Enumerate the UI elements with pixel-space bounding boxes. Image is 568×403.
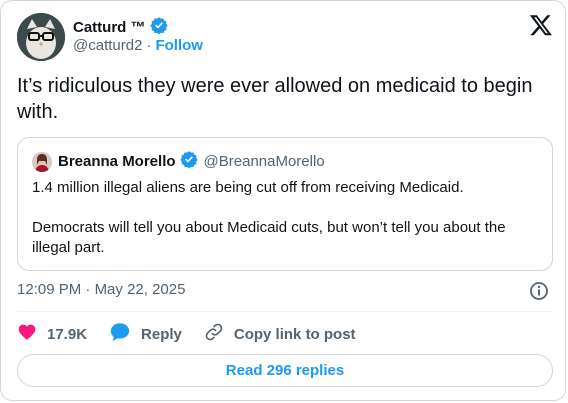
post-actions: 17.9K Reply Copy link to post	[17, 323, 378, 345]
copy-link-button[interactable]: Copy link to post	[204, 322, 356, 346]
author-handle-row: @catturd2 · Follow	[73, 37, 203, 54]
quoted-verified-badge-icon	[179, 150, 198, 173]
author-name[interactable]: Catturd ™	[73, 19, 146, 36]
verified-badge-icon	[149, 16, 168, 39]
author-avatar[interactable]	[17, 13, 65, 61]
like-count: 17.9K	[47, 325, 88, 343]
quoted-paragraph: 1.4 million illegal aliens are being cut…	[32, 179, 464, 196]
quoted-post-text: 1.4 million illegal aliens are being cut…	[32, 178, 537, 258]
x-logo-icon[interactable]	[529, 13, 553, 37]
info-icon[interactable]	[529, 281, 549, 301]
post-time: 12:09 PM	[17, 281, 82, 298]
link-icon	[204, 322, 224, 346]
quoted-post[interactable]: Breanna Morello @BreannaMorello 1.4 mill…	[17, 137, 553, 271]
like-button[interactable]: 17.9K	[17, 322, 87, 346]
copy-link-label: Copy link to post	[233, 325, 356, 343]
quoted-author-name: Breanna Morello	[58, 153, 176, 170]
read-replies-button[interactable]: Read 296 replies	[17, 354, 553, 387]
quoted-author-avatar	[32, 151, 52, 172]
heart-icon	[17, 322, 37, 346]
quoted-paragraph: Democrats will tell you about Medicaid c…	[32, 219, 506, 256]
quoted-author-handle: @BreannaMorello	[203, 153, 325, 170]
reply-button[interactable]: Reply	[109, 321, 182, 347]
author-handle[interactable]: @catturd2	[73, 37, 142, 54]
reply-label: Reply	[141, 325, 182, 343]
post-header: Catturd ™ @catturd2 · Follow	[17, 13, 553, 61]
quoted-post-header: Breanna Morello @BreannaMorello	[32, 150, 325, 173]
post-timestamp[interactable]: 12:09 PM · May 22, 2025	[17, 281, 185, 298]
post-text: It’s ridiculous they were ever allowed o…	[17, 75, 533, 123]
reply-bubble-icon	[109, 321, 131, 347]
author-name-row: Catturd ™	[73, 16, 168, 39]
embedded-post-card: Catturd ™ @catturd2 · Follow It’s ridicu…	[0, 0, 566, 401]
follow-link[interactable]: Follow	[155, 37, 203, 54]
post-date: May 22, 2025	[94, 281, 186, 298]
divider	[17, 311, 553, 312]
handle-separator: ·	[146, 37, 152, 54]
timestamp-separator: ·	[85, 281, 91, 298]
